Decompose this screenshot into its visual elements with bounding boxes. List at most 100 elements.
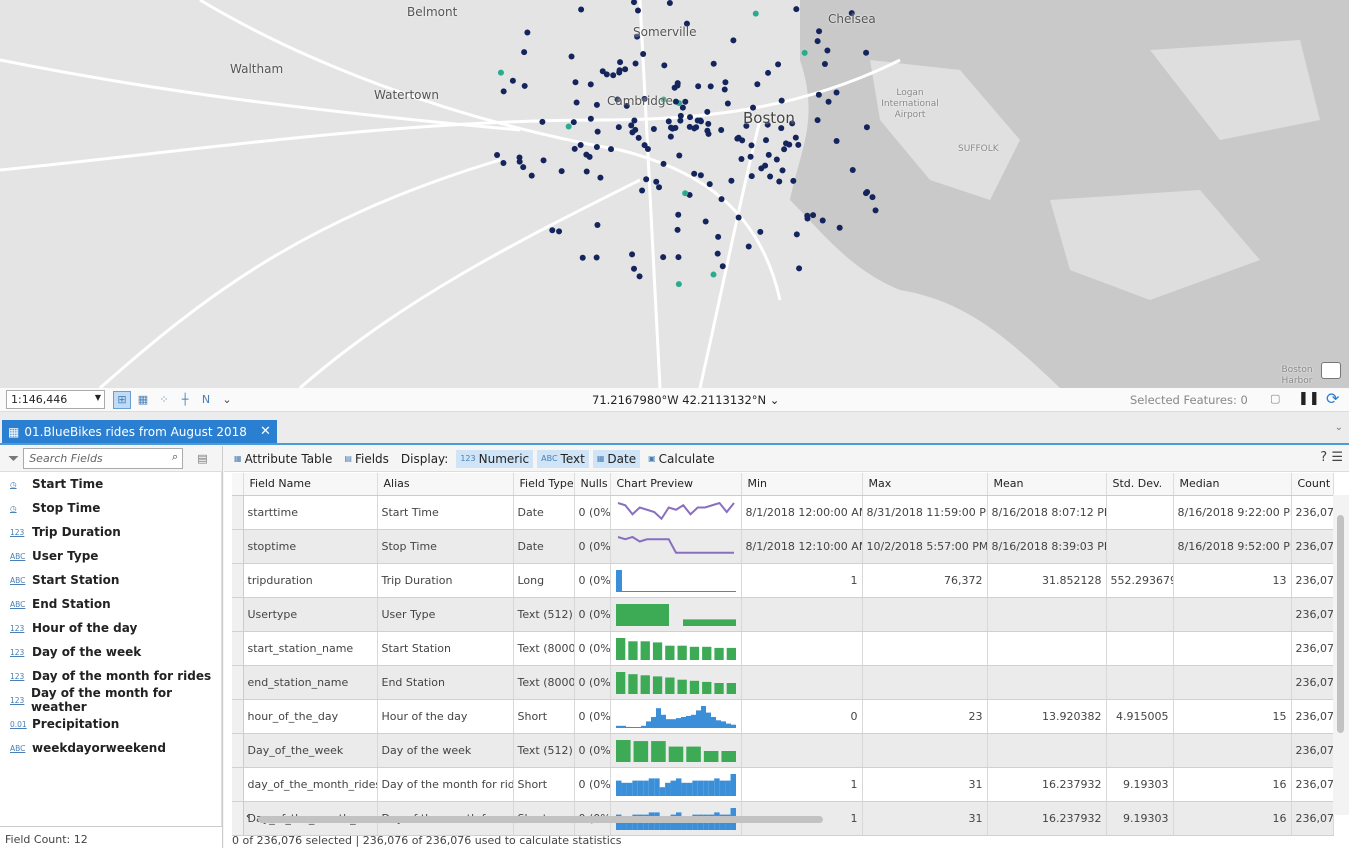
field-list-item[interactable]: ABC User Type [0, 544, 221, 568]
add-field-icon[interactable]: ▤ [197, 452, 207, 465]
cell-min: 1 [741, 767, 863, 802]
table-row[interactable]: starttimeStart TimeDate0 (0%) 8/1/2018 12… [232, 495, 1334, 530]
field-list-item[interactable]: 123 Day of the month for rides [0, 664, 221, 688]
coordinate-readout[interactable]: 71.2167980°W 42.2113132°N ⌄ [592, 393, 779, 407]
menu-icon[interactable]: ☰ [1331, 450, 1343, 465]
date-field-icon: ◷ [10, 503, 17, 513]
chart-bar [675, 777, 681, 796]
column-header[interactable]: Field Type [513, 473, 575, 496]
table-row[interactable]: end_station_name End Station Text (8000) 0 … [232, 665, 1334, 700]
cell-std: 9.19303 [1106, 767, 1174, 802]
column-header[interactable]: Median [1173, 473, 1292, 496]
column-header[interactable]: Alias [377, 473, 514, 496]
north-arrow-icon[interactable]: N [197, 391, 215, 409]
table-row[interactable]: start_station_name Start Station Text (800… [232, 631, 1334, 666]
station-point [608, 146, 615, 153]
station-point [810, 212, 817, 219]
chat-icon[interactable] [1321, 362, 1341, 379]
table-row[interactable]: tripdurationTrip DurationLong0 (0%) 176,3… [232, 563, 1334, 598]
field-list-item[interactable]: 0.01 Precipitation [0, 712, 221, 736]
fields-button[interactable]: ▤ Fields [340, 450, 393, 468]
snapping-icon[interactable]: ⁘ [155, 391, 173, 409]
calculator-icon: ▣ [648, 454, 656, 463]
grid-snap-icon[interactable]: ⊞ [113, 390, 131, 409]
horizontal-scroll-thumb[interactable] [258, 816, 823, 823]
field-label: User Type [32, 549, 99, 563]
column-header[interactable]: Std. Dev. [1106, 473, 1174, 496]
row-selector[interactable] [232, 767, 244, 802]
row-selector[interactable] [232, 699, 244, 734]
close-icon[interactable]: ✕ [260, 424, 271, 439]
attribute-table-button[interactable]: ▦ Attribute Table [230, 450, 336, 468]
chevron-down-icon[interactable]: ⌄ [218, 391, 236, 409]
field-list-item[interactable]: 123 Hour of the day [0, 616, 221, 640]
search-fields-input[interactable]: Search Fields ⌕ [23, 448, 184, 469]
row-selector[interactable] [232, 631, 244, 666]
tab-fields-view[interactable]: ▦ 01.BlueBikes rides from August 2018 ✕ [2, 420, 277, 443]
column-header[interactable]: Field Name [243, 473, 378, 496]
horizontal-scrollbar[interactable]: ‹ [232, 811, 1332, 824]
map-canvas [0, 0, 1349, 388]
filter-icon[interactable]: ⏷ [8, 451, 19, 467]
scale-dropdown[interactable]: 1:146,446 ▼ [6, 390, 105, 409]
column-header[interactable]: Mean [987, 473, 1107, 496]
row-selector[interactable] [232, 529, 244, 564]
column-header[interactable]: Chart Preview [610, 473, 742, 496]
table-icon[interactable]: ▢ [1270, 392, 1280, 405]
guides-icon[interactable]: ┼ [176, 391, 194, 409]
column-header[interactable]: Count [1291, 473, 1334, 496]
chart-bar [620, 725, 626, 728]
station-point [628, 122, 635, 129]
station-point [715, 233, 722, 240]
selected-features[interactable]: Selected Features: 0 [1130, 393, 1248, 407]
scroll-left-icon[interactable]: ‹ [246, 811, 250, 822]
field-list-item[interactable]: ◷ Start Time [0, 472, 221, 496]
map-view[interactable]: Belmont Somerville Chelsea Waltham Water… [0, 0, 1349, 388]
date-toggle[interactable]: ▦ Date [592, 449, 641, 468]
refresh-icon[interactable]: ⟳ [1326, 389, 1339, 408]
calculate-button[interactable]: ▣ Calculate [644, 450, 719, 468]
grid-icon[interactable]: ▦ [134, 391, 152, 409]
table-row[interactable]: day_of_the_month_rides Day of the month f… [232, 767, 1334, 802]
cell-mean: 13.920382 [987, 699, 1107, 734]
table-row[interactable]: UsertypeUser TypeText (512)0 (0%) 236,076 [232, 597, 1334, 632]
chart-bar [664, 677, 674, 694]
table-row[interactable]: Day_of_the_week Day of the week Text (512)… [232, 733, 1334, 768]
station-point [650, 125, 657, 132]
row-selector[interactable] [232, 495, 244, 530]
column-header[interactable]: Min [741, 473, 863, 496]
cell-type: Text (8000) [513, 665, 575, 700]
field-list-item[interactable]: ABC Start Station [0, 568, 221, 592]
field-list-item[interactable]: ◷ Stop Time [0, 496, 221, 520]
field-list-item[interactable]: ABC End Station [0, 592, 221, 616]
column-header[interactable]: Nulls [574, 473, 611, 496]
column-header[interactable]: Max [862, 473, 988, 496]
row-selector[interactable] [232, 665, 244, 700]
cell-median [1173, 665, 1292, 700]
station-point [710, 271, 717, 278]
field-list-item[interactable]: ABC weekdayorweekend [0, 736, 221, 760]
help-icon[interactable]: ? [1320, 450, 1327, 465]
numeric-toggle[interactable]: 123 Numeric [456, 449, 534, 468]
vertical-scrollbar[interactable] [1333, 495, 1349, 815]
cell-nulls: 0 (0%) [574, 699, 611, 734]
field-list-item[interactable]: 123 Day of the month for weather [0, 686, 221, 714]
field-list-item[interactable]: 123 Day of the week [0, 640, 221, 664]
table-row[interactable]: stoptimeStop TimeDate0 (0%) 8/1/2018 12:1… [232, 529, 1334, 564]
text-toggle[interactable]: ABC Text [537, 449, 589, 468]
chevron-down-icon[interactable]: ⌄ [1335, 422, 1343, 433]
vertical-scroll-thumb[interactable] [1337, 515, 1344, 733]
pause-icon[interactable]: ❚❚ [1298, 391, 1320, 406]
field-list-item[interactable]: 123 Trip Duration [0, 520, 221, 544]
station-point [665, 118, 672, 125]
row-selector[interactable] [232, 733, 244, 768]
chart-bar [701, 681, 711, 694]
row-selector[interactable] [232, 563, 244, 598]
chart-bar [711, 590, 718, 592]
table-row[interactable]: hour_of_the_day Hour of the day Short 0 (0%… [232, 699, 1334, 734]
station-point [593, 143, 600, 150]
chart-bar [687, 590, 694, 592]
station-point [872, 207, 879, 214]
row-selector[interactable] [232, 597, 244, 632]
cell-std [1106, 631, 1174, 666]
